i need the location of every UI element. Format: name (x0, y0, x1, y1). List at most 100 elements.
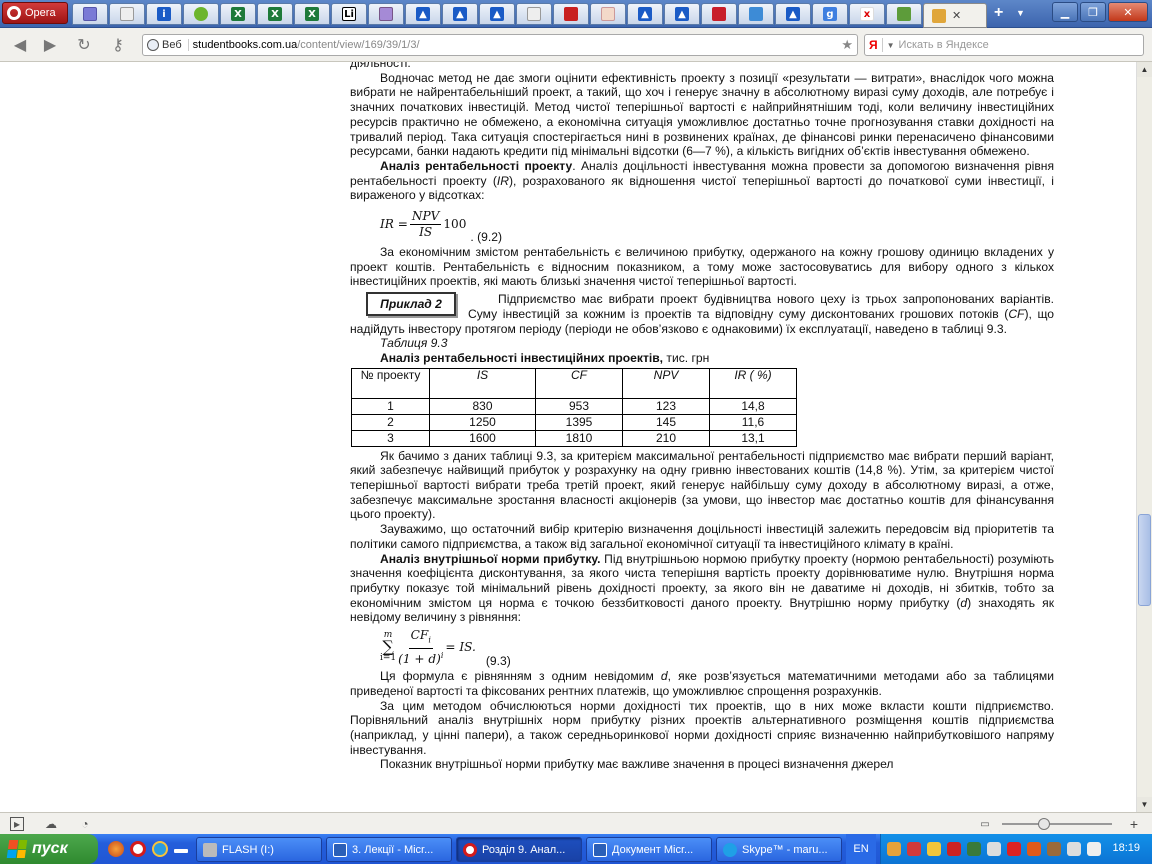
forward-icon[interactable]: ▶ (40, 35, 60, 55)
search-field[interactable]: Я ▼ Искать в Яндексе (864, 34, 1144, 56)
opera-icon[interactable] (130, 841, 146, 857)
start-label: пуск (32, 840, 68, 857)
restore-button[interactable]: ❐ (1080, 2, 1106, 22)
tab-4[interactable] (183, 3, 219, 25)
tray-icon[interactable] (1067, 842, 1081, 856)
firefox-icon[interactable] (108, 841, 124, 857)
tab-20[interactable]: ▲ (775, 3, 811, 25)
engine-label: Веб (162, 39, 182, 51)
example-label: Приклад 2 (366, 292, 456, 317)
tray-icon[interactable] (1047, 842, 1061, 856)
tab-18[interactable] (701, 3, 737, 25)
article-paragraph: За цим методом обчислюються норми дохідн… (350, 698, 1054, 757)
tab-15[interactable] (590, 3, 626, 25)
tab-active[interactable]: ✕ (923, 3, 987, 28)
scroll-up-icon[interactable]: ▲ (1137, 62, 1152, 77)
tab-2[interactable] (109, 3, 145, 25)
tab-8[interactable]: Li (331, 3, 367, 25)
article: діяльності. Водночас метод не дає змоги … (350, 62, 1054, 772)
excel-icon: X (231, 7, 245, 21)
tray-icon[interactable] (887, 842, 901, 856)
drive-icon (203, 842, 217, 857)
table-header-row: № проекту IS CF NPV IR ( %) (351, 367, 797, 399)
new-tab-icon[interactable]: + (994, 4, 1003, 22)
page-content: діяльності. Водночас метод не дає змоги … (0, 62, 1136, 812)
tab-16[interactable]: ▲ (627, 3, 663, 25)
close-window-button[interactable]: ✕ (1108, 2, 1148, 22)
taskbar-item-lectures[interactable]: 3. Лекції - Micr... (326, 837, 452, 862)
start-button[interactable]: пуск (0, 834, 98, 864)
windows-taskbar: пуск FLASH (I:) 3. Лекції - Micr... Розд… (0, 834, 1152, 864)
upload-arrow-icon: ▲ (490, 7, 504, 21)
tab-11[interactable]: ▲ (442, 3, 478, 25)
tray-icon[interactable] (1007, 842, 1021, 856)
view-icon[interactable]: ▭ (978, 817, 992, 831)
opera-menu-button[interactable]: Opera (2, 2, 68, 24)
article-paragraph: Як бачимо з даних таблиці 9.3, за критер… (350, 448, 1054, 522)
table-label: Таблиця 9.3 (380, 336, 448, 351)
ie-icon[interactable] (152, 841, 168, 857)
engine-indicator[interactable]: Веб (147, 39, 189, 51)
taskbar-item-flash[interactable]: FLASH (I:) (196, 837, 322, 862)
url-domain: studentbooks.com.ua (192, 39, 298, 51)
word-icon (333, 842, 347, 857)
tab-12[interactable]: ▲ (479, 3, 515, 25)
zoom-knob[interactable] (1038, 818, 1050, 830)
tab-19[interactable] (738, 3, 774, 25)
show-desktop-icon[interactable] (174, 849, 188, 853)
taskbar-item-opera[interactable]: Розділ 9. Анал... (456, 837, 582, 862)
network-icon[interactable] (987, 842, 1001, 856)
zoom-slider[interactable] (1002, 818, 1112, 830)
tab-22[interactable]: x (849, 3, 885, 25)
tray-icon[interactable] (1027, 842, 1041, 856)
tab-7[interactable]: X (294, 3, 330, 25)
security-shield-icon[interactable] (927, 842, 941, 856)
tray-icon[interactable] (947, 842, 961, 856)
article-paragraph: Ця формула є рівнянням з одним невідомим… (350, 669, 1054, 698)
rentability-table: № проекту IS CF NPV IR ( %) 1 830 953 123 14… (351, 367, 797, 447)
search-engine-dropdown-icon[interactable]: ▼ (887, 41, 895, 50)
tab-10[interactable]: ▲ (405, 3, 441, 25)
reload-icon[interactable]: ↻ (74, 35, 94, 55)
address-field[interactable]: Веб studentbooks.com.ua /content/view/16… (142, 34, 858, 56)
tab-13[interactable] (516, 3, 552, 25)
back-icon[interactable]: ◀ (10, 35, 30, 55)
tab-1[interactable] (72, 3, 108, 25)
scroll-thumb[interactable] (1138, 514, 1151, 606)
zoom-in-icon[interactable]: + (1130, 816, 1138, 832)
vertical-scrollbar[interactable]: ▲ ▼ (1136, 62, 1152, 812)
tray-icon[interactable] (967, 842, 981, 856)
tab-9[interactable] (368, 3, 404, 25)
tab-bar: Opera i X X X Li ▲ ▲ ▲ ▲ ▲ ▲ g x ✕ + ▼ ▁… (0, 0, 1152, 28)
article-paragraph: Аналіз внутрішньої норми прибутку. Під в… (350, 551, 1055, 625)
minimize-button[interactable]: ▁ (1052, 2, 1078, 22)
taskbar-item-skype[interactable]: Skype™ - maru... (716, 837, 842, 862)
google-icon: g (823, 7, 837, 21)
url-path: /content/view/169/39/1/3/ (297, 39, 420, 51)
panel-toggle-icon[interactable]: ▸ (10, 817, 24, 831)
opera-unite-icon[interactable]: ☁ (44, 817, 58, 831)
antivirus-icon[interactable] (907, 842, 921, 856)
bookmark-star-icon[interactable]: ★ (841, 37, 853, 53)
article-paragraph: діяльності. (350, 62, 411, 70)
table-row: 3 1600 1810 210 13,1 (351, 429, 797, 447)
taskbar-item-document[interactable]: Документ Micr... (586, 837, 712, 862)
scroll-down-icon[interactable]: ▼ (1137, 797, 1152, 812)
turbo-icon[interactable]: ◔ (78, 817, 92, 831)
close-x-icon: x (860, 7, 874, 21)
tab-3[interactable]: i (146, 3, 182, 25)
tab-list-icon[interactable]: ▼ (1016, 8, 1025, 18)
language-indicator[interactable]: EN (846, 834, 876, 864)
system-tray: 18:19 (880, 834, 1152, 864)
volume-icon[interactable] (1087, 842, 1101, 856)
tab-14[interactable] (553, 3, 589, 25)
table-header-cell: IR ( %) (709, 367, 797, 399)
tab-6[interactable]: X (257, 3, 293, 25)
key-icon[interactable]: ⚷ (106, 35, 130, 55)
tab-23[interactable] (886, 3, 922, 25)
tab-close-icon[interactable]: ✕ (952, 9, 961, 22)
tab-5[interactable]: X (220, 3, 256, 25)
tab-17[interactable]: ▲ (664, 3, 700, 25)
opera-icon (463, 842, 477, 857)
tab-21[interactable]: g (812, 3, 848, 25)
